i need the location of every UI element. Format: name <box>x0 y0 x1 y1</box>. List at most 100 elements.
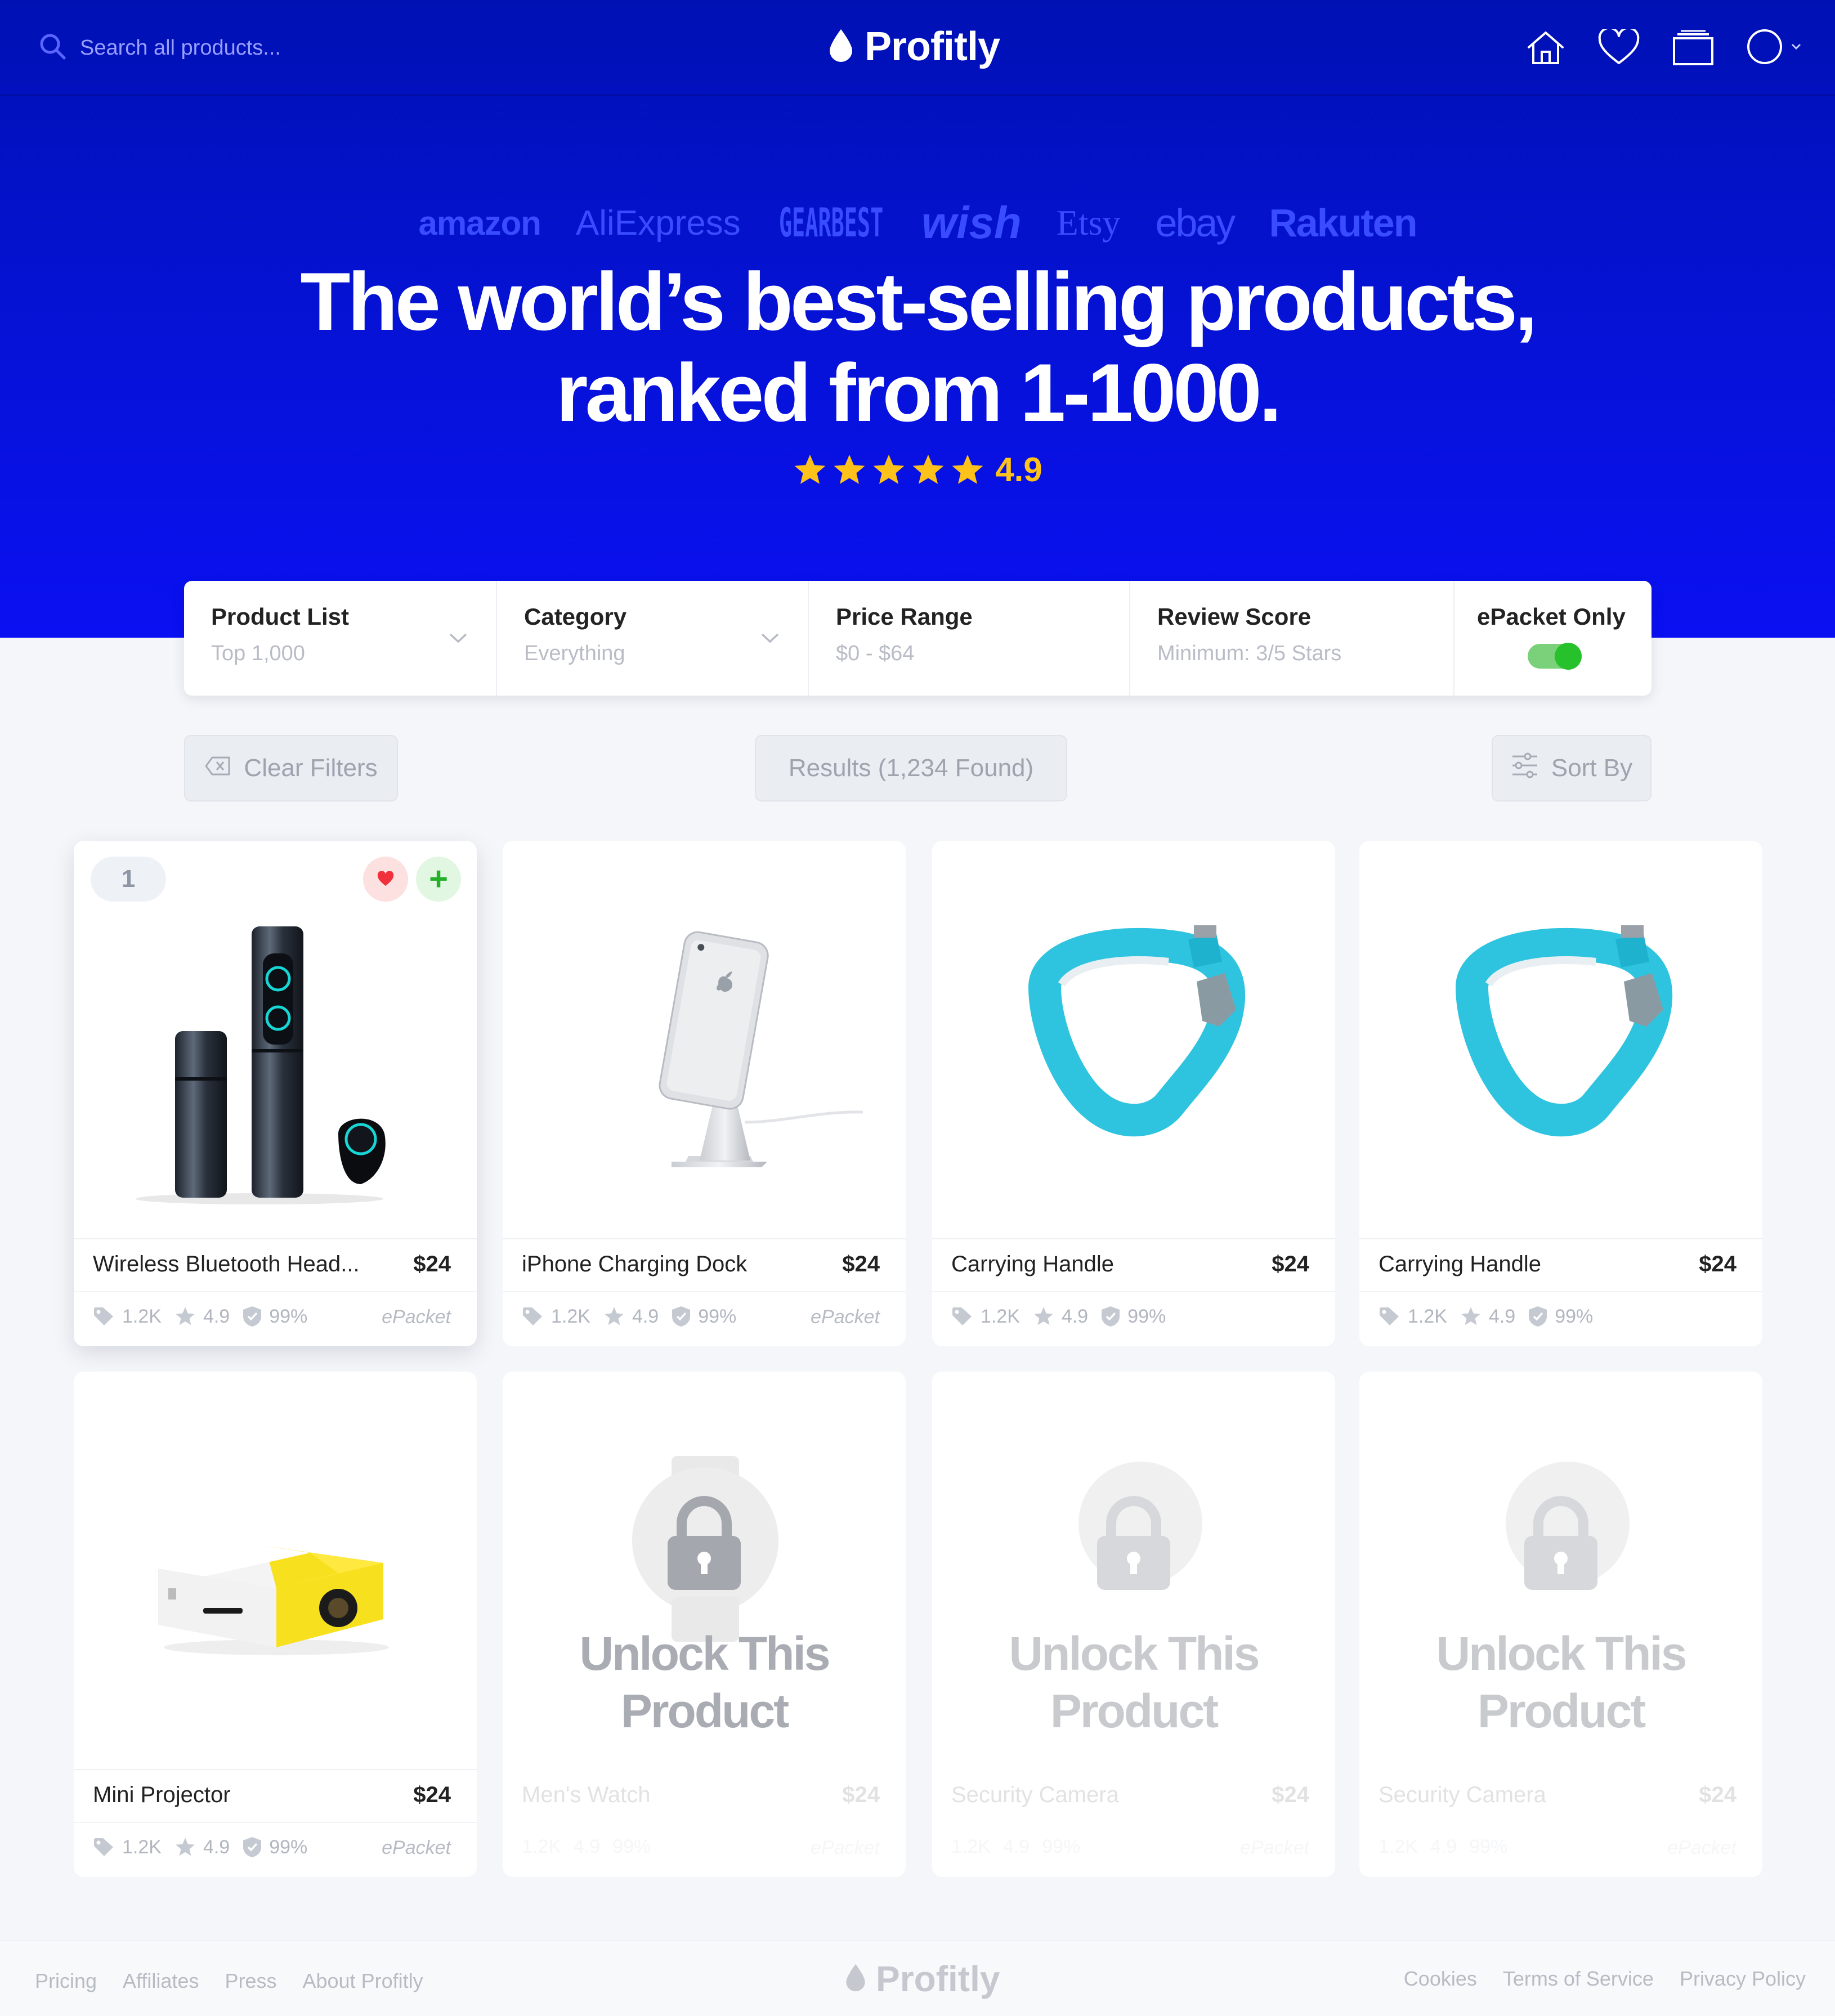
feedback-stat: 99% <box>1469 1836 1507 1858</box>
product-card[interactable]: 1 + Wireless Bluetooth Head... $24 1.2K … <box>74 841 477 1346</box>
unlock-message: Unlock This Product <box>932 1625 1335 1740</box>
product-price: $24 <box>413 1782 451 1807</box>
orders-stat: 1.2K <box>1379 1836 1418 1858</box>
orders-count: 1.2K <box>122 1836 162 1858</box>
clear-filters-button[interactable]: Clear Filters <box>184 735 398 801</box>
feedback-value: 99% <box>698 1305 737 1327</box>
product-card[interactable]: Carrying Handle $24 1.2K 4.9 99% <box>1359 841 1762 1346</box>
rakuten-logo: Rakuten <box>1269 201 1417 245</box>
footer-link-press[interactable]: Press <box>225 1969 276 1993</box>
product-stats: 1.2K 4.9 99% <box>522 1305 742 1328</box>
feedback-stat: 99% <box>1528 1305 1593 1328</box>
rank-badge: 1 <box>91 857 166 902</box>
product-price: $24 <box>1272 1782 1309 1807</box>
favorite-button[interactable] <box>363 857 408 902</box>
add-button[interactable]: + <box>416 857 461 902</box>
footer-link-cookies[interactable]: Cookies <box>1404 1967 1477 1991</box>
ebay-logo: ebay <box>1155 201 1236 245</box>
product-card[interactable]: Mini Projector $24 1.2K 4.9 99% ePacket <box>74 1372 477 1877</box>
projector-image <box>74 1372 477 1766</box>
unlock-line-1: Unlock This <box>1009 1627 1260 1680</box>
hero-rating: 4.9 <box>0 450 1835 489</box>
product-price: $24 <box>1699 1782 1736 1807</box>
rating-stat: 4.9 <box>174 1306 230 1328</box>
account-menu[interactable] <box>1746 28 1801 68</box>
locked-product-card[interactable]: Security Camera $24 1.2K 4.9 99% ePacket… <box>1359 1372 1762 1877</box>
locked-product-card[interactable]: Men's Watch $24 1.2K 4.9 99% ePacket Unl… <box>503 1372 906 1877</box>
chevron-down-icon <box>760 633 780 647</box>
footer-link-pricing[interactable]: Pricing <box>35 1969 97 1993</box>
footer-logo[interactable]: Profitly <box>844 1958 1000 2000</box>
rating-stat: 4.9 <box>574 1836 600 1858</box>
profitly-logo[interactable]: Profitly <box>827 21 1000 72</box>
home-icon[interactable] <box>1525 29 1566 66</box>
droplet-icon <box>827 28 854 66</box>
epacket-filter: ePacket Only <box>1454 581 1652 696</box>
category-dropdown[interactable]: Category Everything <box>497 581 809 696</box>
unlock-line-2: Product <box>1050 1685 1219 1737</box>
locked-product-card[interactable]: Security Camera $24 1.2K 4.9 99% ePacket… <box>932 1372 1335 1877</box>
divider <box>932 1238 1335 1239</box>
collections-icon[interactable] <box>1672 29 1715 66</box>
footer: Pricing Affiliates Press About Profitly … <box>0 1940 1835 2016</box>
gearbest-logo: GEARBEST <box>778 200 884 246</box>
review-score-filter[interactable]: Review Score Minimum: 3/5 Stars <box>1130 581 1454 696</box>
product-price: $24 <box>413 1252 451 1276</box>
orders-count: 1.2K <box>1408 1305 1447 1327</box>
feedback-value: 99% <box>269 1836 308 1858</box>
search-input[interactable] <box>80 35 395 60</box>
product-name: Security Camera <box>951 1782 1119 1807</box>
sort-by-button[interactable]: Sort By <box>1492 735 1652 801</box>
etsy-logo: Etsy <box>1056 203 1121 243</box>
star-icon <box>1034 1307 1053 1325</box>
chevron-down-icon <box>449 633 468 647</box>
heart-icon[interactable] <box>1597 29 1640 66</box>
epacket-toggle[interactable] <box>1528 643 1582 670</box>
hero-section: Profitly amazon AliExpress <box>0 0 1835 638</box>
divider <box>503 1238 906 1239</box>
footer-link-affiliates[interactable]: Affiliates <box>123 1969 199 1993</box>
product-name: Security Camera <box>1379 1782 1546 1807</box>
footer-link-privacy[interactable]: Privacy Policy <box>1680 1967 1806 1991</box>
product-card[interactable]: Carrying Handle $24 1.2K 4.9 99% <box>932 841 1335 1346</box>
footer-link-terms[interactable]: Terms of Service <box>1503 1967 1654 1991</box>
shipping-label: ePacket <box>382 1306 451 1328</box>
lock-icon <box>1091 1495 1176 1594</box>
price-range-filter[interactable]: Price Range $0 - $64 <box>809 581 1130 696</box>
star-icon <box>794 454 826 484</box>
tag-icon <box>523 1307 542 1325</box>
star-icon <box>834 454 865 484</box>
product-price: $24 <box>1272 1252 1309 1276</box>
feedback-stat: 99% <box>242 1836 307 1858</box>
nav-icons <box>1525 25 1801 70</box>
rating-value: 4.9 <box>203 1836 230 1858</box>
footer-links-left: Pricing Affiliates Press About Profitly <box>35 1969 423 1993</box>
search-bar[interactable] <box>38 29 395 66</box>
product-card[interactable]: iPhone Charging Dock $24 1.2K 4.9 99% eP… <box>503 841 906 1346</box>
divider <box>1359 1769 1762 1770</box>
unlock-line-1: Unlock This <box>1436 1627 1687 1680</box>
rating-value: 4.9 <box>573 1836 601 1857</box>
logo-text: Profitly <box>865 24 1000 69</box>
footer-logo-text: Profitly <box>876 1959 1000 1999</box>
rating-stat: 4.9 <box>174 1836 230 1858</box>
star-icon <box>605 1307 624 1325</box>
unlock-line-1: Unlock This <box>579 1627 830 1680</box>
wish-logo: wish <box>921 198 1022 248</box>
rating-value: 4.9 <box>1002 1836 1030 1857</box>
feedback-stat: 99% <box>1100 1305 1166 1328</box>
star-icon <box>176 1838 195 1856</box>
chevron-down-icon <box>1791 43 1801 53</box>
product-name: Men's Watch <box>522 1782 651 1807</box>
filter-label: ePacket Only <box>1477 603 1626 630</box>
product-list-dropdown[interactable]: Product List Top 1,000 <box>184 581 497 696</box>
sliders-icon <box>1511 751 1539 786</box>
footer-link-about[interactable]: About Profitly <box>302 1969 423 1993</box>
clear-filters-label: Clear Filters <box>244 754 378 782</box>
results-label: Results (1,234 Found) <box>788 754 1034 782</box>
shield-check-icon <box>1529 1306 1547 1327</box>
product-price: $24 <box>1699 1252 1736 1276</box>
divider <box>932 1769 1335 1770</box>
rating-value: 4.9 <box>1430 1836 1457 1857</box>
shipping-label: ePacket <box>811 1837 880 1858</box>
